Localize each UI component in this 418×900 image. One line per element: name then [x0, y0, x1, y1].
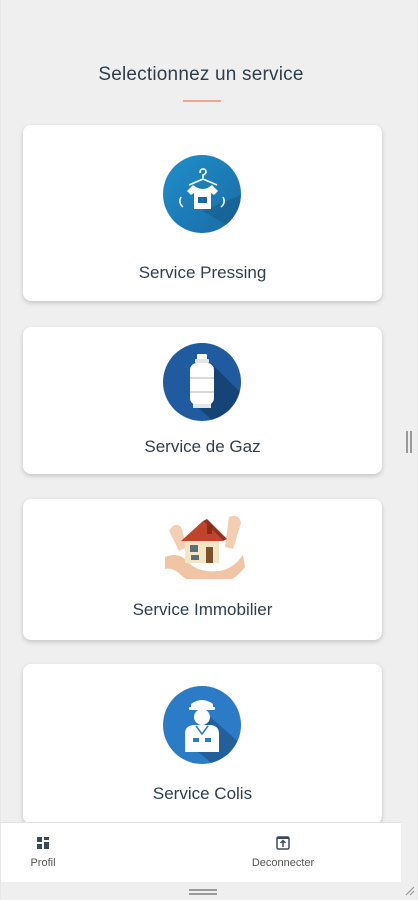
- page-title: Selectionnez un service: [98, 64, 304, 85]
- house-in-hands-icon: [163, 511, 245, 586]
- bottom-nav: Profil Deconnecter: [1, 822, 401, 882]
- nav-profil-label: Profil: [30, 857, 56, 869]
- service-card-colis[interactable]: Service Colis: [23, 664, 382, 822]
- nav-logout[interactable]: Deconnecter: [241, 835, 325, 869]
- app-window: Selectionnez un service Service Pressing: [0, 0, 418, 900]
- laundry-icon: [163, 155, 241, 233]
- logout-icon: [276, 836, 290, 850]
- nav-logout-label: Deconnecter: [251, 857, 315, 869]
- service-card-gaz[interactable]: Service de Gaz: [23, 327, 382, 474]
- delivery-man-icon: [163, 686, 241, 764]
- service-label: Service Pressing: [138, 263, 267, 282]
- service-card-pressing[interactable]: Service Pressing: [23, 125, 382, 301]
- side-scroll-handle[interactable]: [406, 431, 412, 453]
- service-label: Service Colis: [152, 784, 253, 803]
- service-label: Service de Gaz: [144, 437, 261, 456]
- dashboard-icon: [37, 837, 49, 849]
- service-label: Service Immobilier: [132, 600, 273, 619]
- service-card-immobilier[interactable]: Service Immobilier: [23, 499, 382, 640]
- service-list-area[interactable]: Selectionnez un service Service Pressing: [1, 0, 401, 822]
- gas-cylinder-icon: [163, 343, 241, 421]
- bottom-drag-handle[interactable]: [189, 889, 217, 895]
- resize-grip-icon[interactable]: [403, 884, 415, 896]
- nav-profil[interactable]: Profil: [25, 835, 61, 869]
- title-underline: [183, 100, 221, 102]
